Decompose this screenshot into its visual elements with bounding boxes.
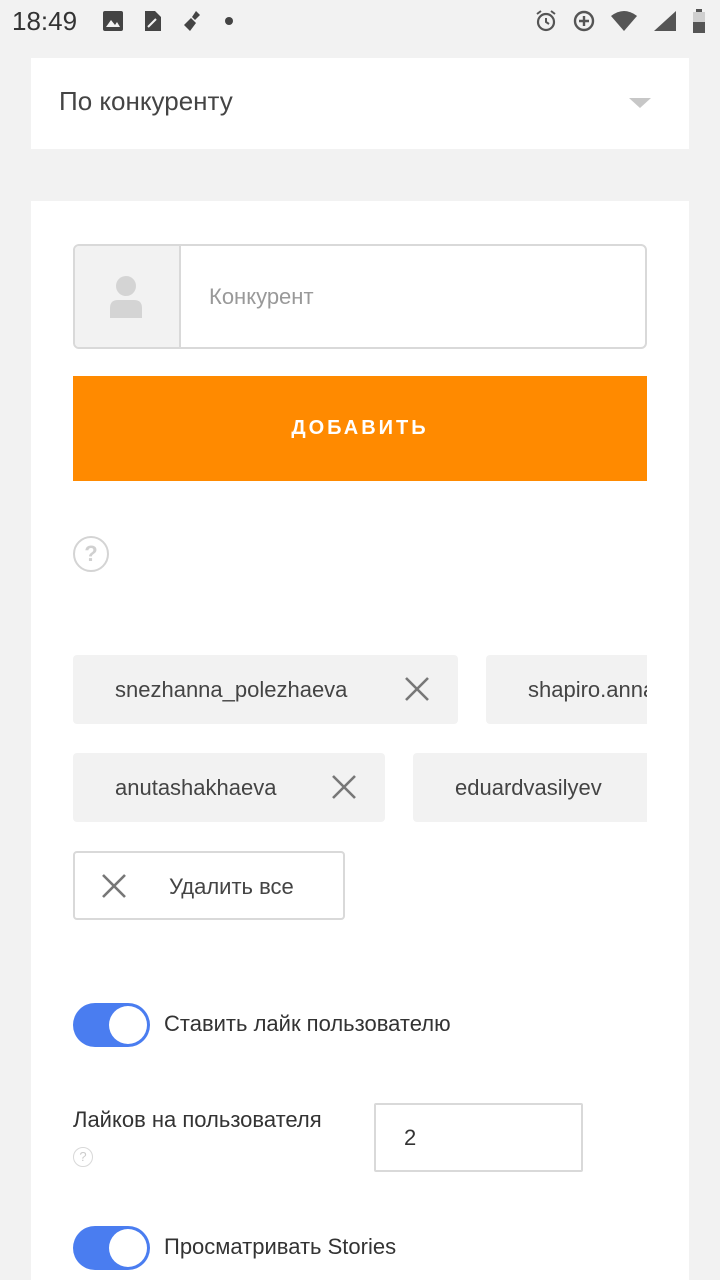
competitor-input-group — [73, 244, 647, 349]
image-icon — [103, 11, 123, 31]
user-icon — [110, 276, 142, 318]
alarm-icon — [536, 10, 556, 32]
delete-all-button[interactable]: Удалить все — [73, 851, 345, 920]
view-stories-toggle[interactable] — [73, 1226, 150, 1270]
input-addon — [75, 246, 181, 347]
delete-all-label: Удалить все — [169, 874, 294, 899]
toggle-knob — [109, 1006, 147, 1044]
close-icon[interactable] — [404, 676, 430, 702]
filter-dropdown-value: По конкуренту — [59, 86, 233, 116]
like-user-toggle[interactable] — [73, 1003, 150, 1047]
likes-per-user-label: Лайков на пользователя — [73, 1107, 322, 1132]
dot-icon — [225, 17, 233, 25]
competitor-chip: anutashakhaeva — [73, 753, 385, 822]
competitor-chip-label: anutashakhaeva — [115, 775, 277, 800]
help-icon[interactable]: ? — [73, 536, 109, 572]
toggle-knob — [109, 1229, 147, 1267]
battery-icon — [693, 9, 705, 33]
competitor-chip: snezhanna_polezhaeva — [73, 655, 458, 724]
close-icon — [102, 874, 126, 898]
like-user-label: Ставить лайк пользователю — [164, 1011, 451, 1036]
competitor-chips: snezhanna_polezhaeva shapiro.anna anutas… — [73, 655, 647, 825]
chevron-down-icon — [629, 98, 651, 108]
add-competitor-button[interactable]: ДОБАВИТЬ — [73, 376, 647, 481]
view-stories-setting: Просматривать Stories — [73, 1226, 647, 1270]
close-icon[interactable] — [331, 774, 357, 800]
wifi-icon — [611, 11, 637, 31]
document-icon — [145, 11, 161, 31]
competitor-input[interactable] — [181, 246, 641, 347]
status-time: 18:49 — [12, 6, 78, 36]
filter-dropdown[interactable]: По конкуренту — [31, 58, 689, 149]
help-icon[interactable]: ? — [73, 1147, 93, 1167]
competitor-chip-label: snezhanna_polezhaeva — [115, 677, 348, 702]
competitor-settings-card: ДОБАВИТЬ ? snezhanna_polezhaeva shapiro.… — [31, 201, 689, 1280]
signal-icon — [654, 11, 676, 31]
data-saver-icon — [573, 10, 595, 32]
broom-icon — [184, 11, 200, 31]
view-stories-label: Просматривать Stories — [164, 1234, 397, 1259]
status-bar: 18:49 — [0, 0, 720, 42]
like-user-setting: Ставить лайк пользователю — [73, 1003, 647, 1047]
competitor-chip: eduardvasilyev — [413, 753, 647, 822]
competitor-chip: shapiro.anna — [486, 655, 647, 724]
competitor-chip-label: eduardvasilyev — [455, 775, 602, 800]
likes-per-user-input[interactable] — [374, 1103, 583, 1172]
competitor-chip-label: shapiro.anna — [528, 677, 647, 702]
